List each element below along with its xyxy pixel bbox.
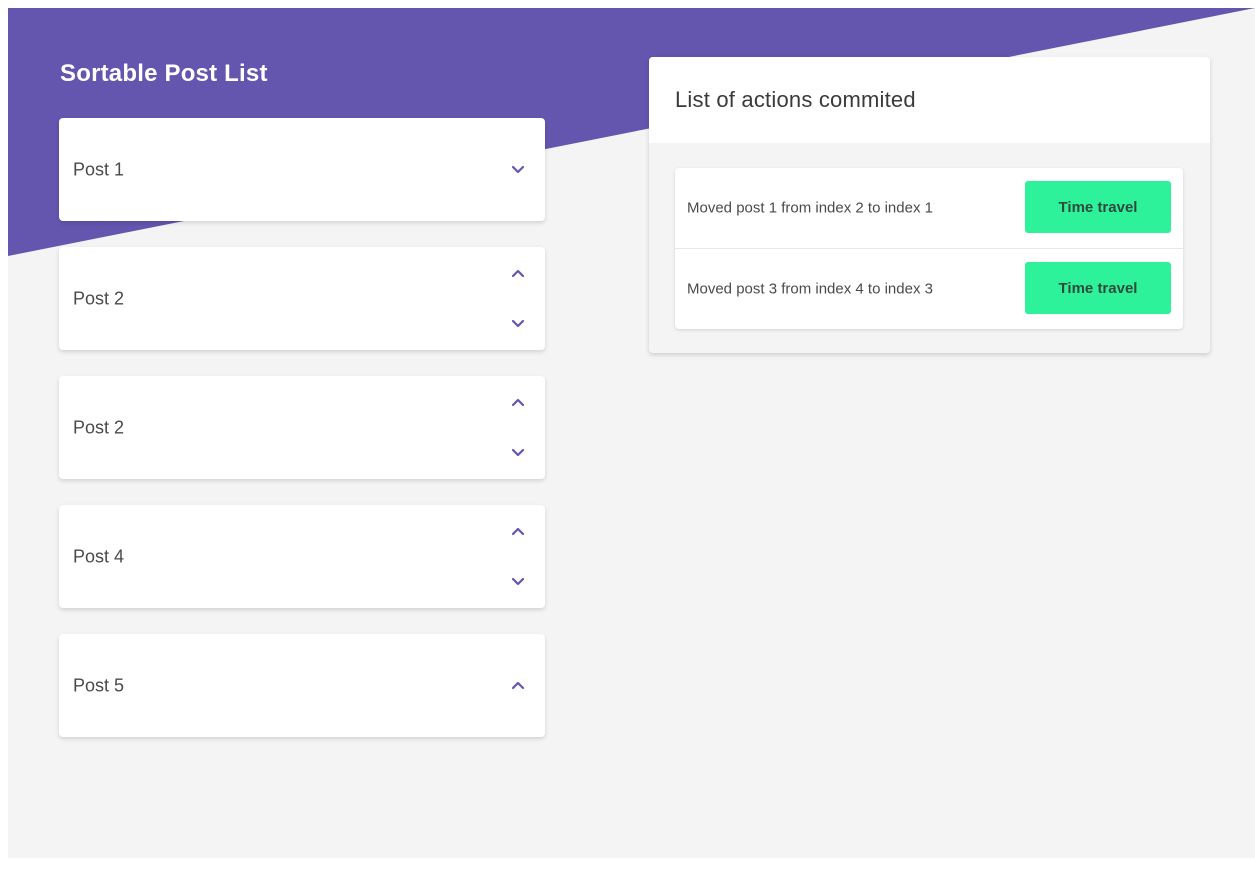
actions-panel-header: List of actions commited [649,57,1210,143]
post-title: Post 2 [73,417,125,437]
post-title: Post 1 [73,159,125,179]
post-card: Post 2 [59,247,545,350]
post-list: Post 1 Post 2 Post 2 Post 4 Post 5 [59,118,545,763]
chevron-down-icon [511,577,525,585]
action-row: Moved post 3 from index 4 to index 3 Tim… [675,249,1183,329]
app-root: Sortable Post List Post 1 Post 2 Post 2 [8,8,1255,858]
post-card: Post 2 [59,376,545,479]
chevron-up-icon [511,681,525,689]
time-travel-button[interactable]: Time travel [1025,181,1171,233]
post-title: Post 5 [73,675,125,695]
action-description: Moved post 1 from index 2 to index 1 [687,199,933,217]
post-title: Post 2 [73,288,125,308]
move-up-button[interactable] [507,520,529,542]
chevron-up-icon [511,398,525,406]
actions-panel-title: List of actions commited [675,87,916,112]
chevron-down-icon [511,448,525,456]
actions-panel: List of actions commited Moved post 1 fr… [649,57,1210,353]
chevron-up-icon [511,269,525,277]
page-title: Sortable Post List [60,60,268,87]
chevron-down-icon [511,319,525,327]
time-travel-button[interactable]: Time travel [1025,262,1171,314]
post-card: Post 4 [59,505,545,608]
post-card: Post 1 [59,118,545,221]
chevron-down-icon [511,165,525,173]
move-down-button[interactable] [507,158,529,180]
actions-list: Moved post 1 from index 2 to index 1 Tim… [675,168,1183,329]
action-description: Moved post 3 from index 4 to index 3 [687,280,933,298]
chevron-up-icon [511,527,525,535]
move-up-button[interactable] [507,391,529,413]
move-down-button[interactable] [507,570,529,592]
move-up-button[interactable] [507,262,529,284]
post-card: Post 5 [59,634,545,737]
action-row: Moved post 1 from index 2 to index 1 Tim… [675,168,1183,249]
move-down-button[interactable] [507,312,529,334]
move-down-button[interactable] [507,441,529,463]
post-title: Post 4 [73,546,125,566]
move-up-button[interactable] [507,674,529,696]
